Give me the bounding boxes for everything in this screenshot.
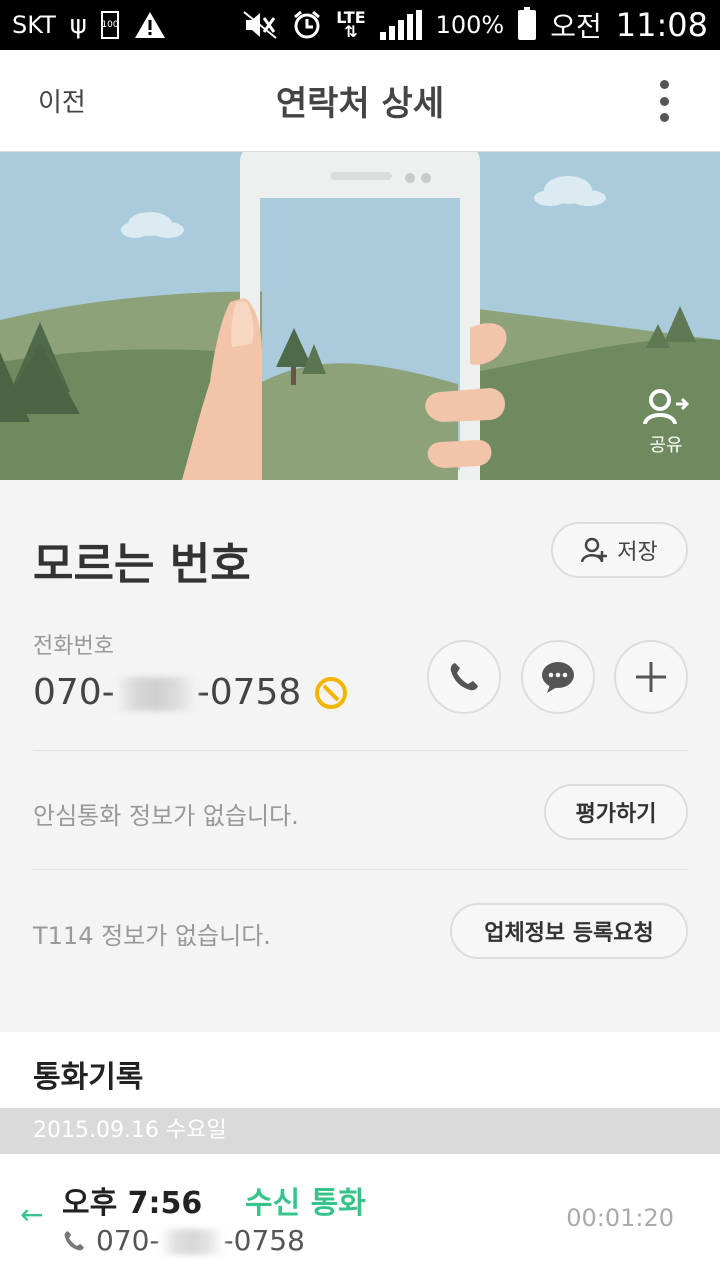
call-type: 수신 통화: [245, 1186, 366, 1221]
contact-hero-image: 공유: [0, 152, 720, 480]
phone-number: 070- -0758: [33, 672, 348, 713]
divider: [33, 869, 688, 870]
hero-illustration: [0, 152, 720, 480]
app-bar: 이전 연락처 상세: [0, 50, 720, 152]
contact-card: 모르는 번호 저장 전화번호 070- -0758 안심통화 정보가 없습니다. …: [0, 480, 720, 1032]
block-icon[interactable]: [315, 676, 348, 709]
divider: [33, 750, 688, 751]
call-time: 오후 7:56: [62, 1186, 203, 1221]
add-contact-icon: [581, 537, 608, 563]
message-icon: [542, 662, 574, 693]
phone-prefix: 070-: [33, 672, 115, 713]
call-log: 통화기록 2015.09.16 수요일 ← 오후 7:56 수신 통화 070-…: [0, 1032, 720, 1280]
call-number-prefix: 070-: [96, 1224, 160, 1257]
ampm-label: 오전: [550, 10, 602, 43]
phone-icon: [450, 663, 478, 691]
signal-icon: [379, 10, 422, 40]
lte-icon: LTE ⇅: [336, 8, 366, 41]
save-contact-button[interactable]: 저장: [551, 522, 688, 578]
page-title: 연락처 상세: [275, 84, 445, 124]
redacted-digits: [114, 677, 197, 711]
call-log-title: 통화기록: [33, 1060, 144, 1095]
call-button[interactable]: [427, 640, 501, 714]
carrier-label: SKT: [12, 11, 56, 39]
battery-percent: 100%: [435, 11, 505, 39]
register-business-button[interactable]: 업체정보 등록요청: [450, 903, 688, 959]
mute-icon: [243, 11, 277, 39]
add-button[interactable]: [614, 640, 688, 714]
phone-small-icon: [64, 1230, 84, 1250]
clock: 11:08: [615, 6, 708, 44]
warning-icon: [134, 12, 165, 38]
status-bar: SKT ψ 100 LTE ⇅ 100% 오전 11:08: [0, 0, 720, 50]
phone-label: 전화번호: [33, 634, 114, 659]
t114-info: T114 정보가 없습니다.: [33, 922, 271, 950]
share-contact-icon: [643, 389, 690, 425]
battery-icon: [518, 7, 537, 40]
share-label: 공유: [649, 435, 683, 456]
contact-name: 모르는 번호: [33, 539, 251, 590]
alarm-icon: [294, 10, 321, 39]
message-button[interactable]: [521, 640, 595, 714]
share-button[interactable]: 공유: [642, 388, 690, 457]
call-number: 070- -0758: [62, 1224, 305, 1257]
call-log-entry[interactable]: ← 오후 7:56 수신 통화 070- -0758 00:01:20: [0, 1154, 720, 1280]
usb-icon: ψ: [69, 10, 87, 40]
call-log-date: 2015.09.16 수요일: [0, 1108, 720, 1154]
phone-suffix: -0758: [196, 672, 302, 713]
small-battery-icon: 100: [100, 11, 119, 39]
rate-button[interactable]: 평가하기: [544, 784, 688, 840]
call-number-suffix: -0758: [223, 1224, 305, 1257]
save-label: 저장: [617, 540, 658, 565]
call-duration: 00:01:20: [566, 1204, 674, 1232]
redacted-digits: [159, 1229, 224, 1255]
safe-call-info: 안심통화 정보가 없습니다.: [33, 802, 299, 830]
plus-icon: [636, 662, 666, 692]
more-options-icon[interactable]: [658, 80, 670, 122]
back-button[interactable]: 이전: [38, 82, 86, 119]
incoming-arrow-icon: ←: [20, 1198, 44, 1231]
